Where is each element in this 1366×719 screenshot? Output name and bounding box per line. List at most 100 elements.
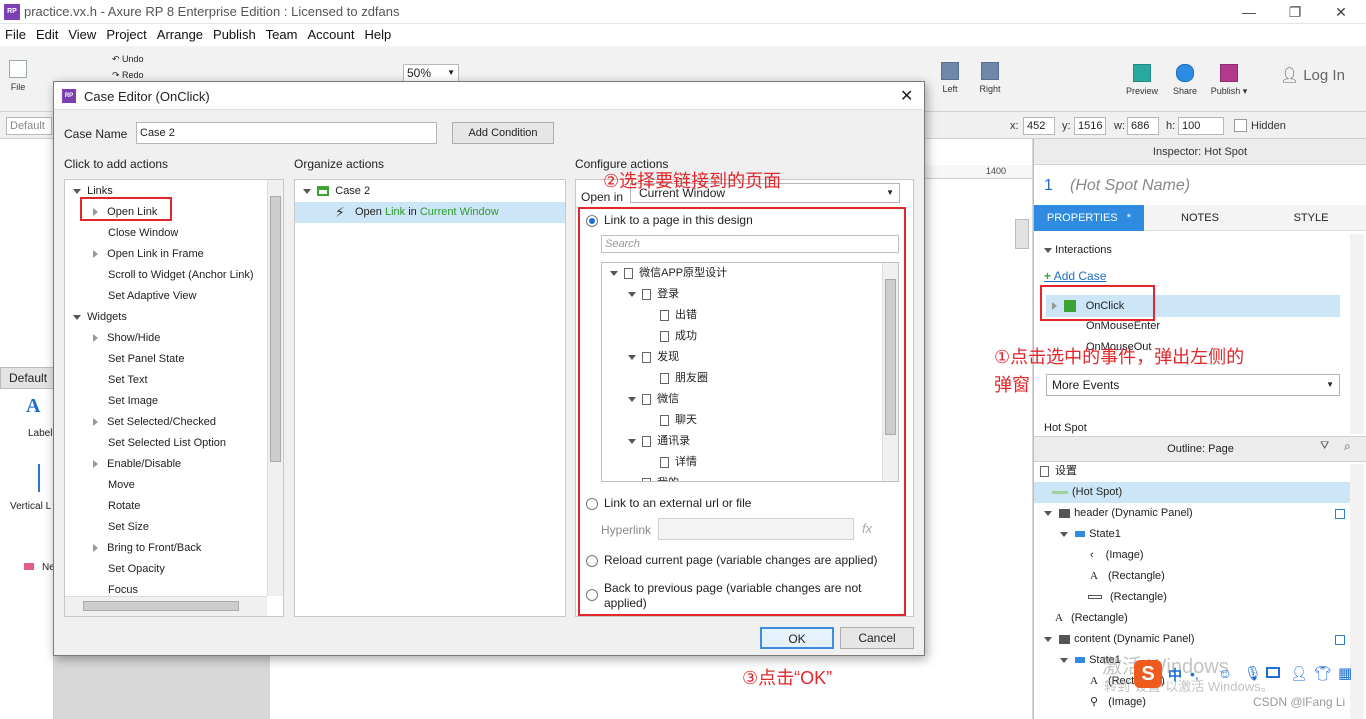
case-name-input[interactable]: Case 2	[136, 122, 437, 144]
library-style-select[interactable]: Default	[0, 367, 54, 389]
close-window-icon[interactable]: ✕	[1328, 2, 1354, 22]
filter-icon[interactable]: ⛛	[1320, 440, 1329, 453]
outline-row[interactable]: ‹ (Image)	[1090, 545, 1144, 566]
action-bring-front-back[interactable]: Bring to Front/Back	[93, 538, 201, 559]
menu-bar: File Edit View Project Arrange Publish Team Acc…	[0, 24, 1366, 46]
action-set-selected-list-option[interactable]: Set Selected List Option	[108, 433, 226, 454]
y-input[interactable]: 1516	[1074, 117, 1106, 135]
align-right-button[interactable]: Right	[978, 62, 1002, 94]
add-condition-button[interactable]: Add Condition	[452, 122, 554, 144]
outline-row[interactable]: 设置	[1040, 461, 1077, 482]
label-widget[interactable]: Label	[28, 428, 52, 439]
collapse-icon	[73, 314, 81, 320]
lightning-icon: ⚡︎	[335, 204, 345, 220]
outline-row[interactable]: ⚲ (Image)	[1090, 692, 1146, 713]
redo-button[interactable]: ↷ Redo	[112, 70, 144, 81]
menu-project[interactable]: Project	[101, 24, 151, 46]
add-case-link[interactable]: + Add Case	[1044, 269, 1106, 283]
more-events-select[interactable]: More Events ▼	[1046, 374, 1340, 396]
action-set-text[interactable]: Set Text	[108, 370, 148, 391]
outline-row[interactable]: content (Dynamic Panel)	[1044, 629, 1195, 650]
emoji-icon[interactable]: ☺︎	[1218, 665, 1232, 681]
outline-row[interactable]: State1	[1060, 524, 1121, 545]
action-move[interactable]: Move	[108, 475, 135, 496]
action-set-size[interactable]: Set Size	[108, 517, 149, 538]
collapse-icon	[303, 188, 311, 194]
w-input[interactable]: 686	[1127, 117, 1159, 135]
ok-button[interactable]: OK	[760, 627, 834, 649]
sogou-ime-icon[interactable]: S	[1134, 660, 1162, 688]
microphone-icon[interactable]: 🎙︎	[1244, 665, 1262, 682]
skin-icon[interactable]: 👕︎	[1314, 665, 1332, 682]
outline-row-selected[interactable]: (Hot Spot)	[1034, 482, 1350, 503]
menu-team[interactable]: Team	[261, 24, 303, 46]
menu-account[interactable]: Account	[302, 24, 359, 46]
action-set-panel-state[interactable]: Set Panel State	[108, 349, 184, 370]
h-input[interactable]: 100	[1178, 117, 1224, 135]
vertical-line-widget[interactable]: Vertical L	[10, 501, 51, 512]
menu-view[interactable]: View	[63, 24, 101, 46]
action-set-image[interactable]: Set Image	[108, 391, 158, 412]
dialog-close-icon[interactable]: ✕	[900, 86, 913, 106]
menu-help[interactable]: Help	[359, 24, 396, 46]
ime-mode[interactable]: 中	[1168, 665, 1182, 685]
canvas-scrollbar[interactable]	[1015, 219, 1029, 249]
tab-style[interactable]: STYLE	[1256, 205, 1366, 231]
login-button[interactable]: 👤︎ Log In	[1280, 66, 1345, 84]
action-open-link-frame[interactable]: Open Link in Frame	[93, 244, 204, 265]
action-row-selected[interactable]: ⚡︎ Open Link in Current Window	[295, 202, 565, 223]
hotspot-name-input[interactable]: (Hot Spot Name)	[1070, 177, 1190, 195]
search-icon[interactable]: ⌕	[1344, 439, 1351, 454]
hidden-checkbox[interactable]	[1234, 119, 1247, 132]
axure-app-icon: RP	[4, 4, 20, 20]
outline-row[interactable]: (Rectangle)	[1088, 587, 1167, 608]
play-icon	[1133, 64, 1151, 82]
action-enable-disable[interactable]: Enable/Disable	[93, 454, 181, 475]
event-onmouseenter[interactable]: OnMouseEnter	[1086, 320, 1160, 332]
action-scroll-to-widget[interactable]: Scroll to Widget (Anchor Link)	[108, 265, 254, 286]
h-label: h:	[1166, 120, 1176, 132]
tab-notes[interactable]: NOTES	[1144, 205, 1256, 231]
minimize-icon[interactable]: —	[1236, 2, 1262, 22]
action-close-window[interactable]: Close Window	[108, 223, 178, 244]
share-button[interactable]: Share	[1169, 64, 1201, 96]
file-button[interactable]: File	[6, 60, 30, 92]
visibility-icon[interactable]	[1335, 635, 1345, 645]
menu-arrange[interactable]: Arrange	[152, 24, 208, 46]
action-set-opacity[interactable]: Set Opacity	[108, 559, 165, 580]
action-rotate[interactable]: Rotate	[108, 496, 140, 517]
cancel-button[interactable]: Cancel	[840, 627, 914, 649]
x-input[interactable]: 452	[1023, 117, 1055, 135]
actions-scrollbar[interactable]	[267, 180, 283, 596]
undo-button[interactable]: ↶ Undo	[112, 54, 144, 65]
user-icon[interactable]: 👤︎	[1290, 665, 1308, 682]
hotspot-icon	[1052, 490, 1068, 494]
action-set-selected[interactable]: Set Selected/Checked	[93, 412, 216, 433]
publish-button[interactable]: Publish ▾	[1208, 64, 1250, 97]
visibility-icon[interactable]	[1335, 509, 1345, 519]
case-item[interactable]: Case 2	[303, 181, 370, 202]
menu-publish[interactable]: Publish	[208, 24, 261, 46]
align-left-button[interactable]: Left	[938, 62, 962, 94]
outline-row[interactable]: A(Rectangle)	[1055, 608, 1128, 629]
style-select[interactable]: Default	[6, 117, 52, 135]
ime-punctuation-icon[interactable]: •,	[1190, 666, 1199, 682]
actions-hscrollbar[interactable]	[65, 596, 267, 616]
action-set-adaptive-view[interactable]: Set Adaptive View	[108, 286, 196, 307]
grid-menu-icon[interactable]: ▦	[1338, 664, 1352, 682]
menu-edit[interactable]: Edit	[31, 24, 63, 46]
highlight-onclick	[1040, 285, 1155, 321]
outline-row[interactable]: header (Dynamic Panel)	[1044, 503, 1193, 524]
menu-file[interactable]: File	[0, 24, 31, 46]
action-show-hide[interactable]: Show/Hide	[93, 328, 160, 349]
group-widgets[interactable]: Widgets	[73, 307, 127, 328]
zoom-select[interactable]: 50% ▼	[403, 64, 459, 82]
annotation-step1-line1: ①点击选中的事件，弹出左侧的	[994, 347, 1245, 367]
tab-properties[interactable]: PROPERTIES *	[1034, 205, 1144, 231]
align-left-icon	[941, 62, 959, 80]
preview-button[interactable]: Preview	[1124, 64, 1160, 96]
restore-icon[interactable]: ❐	[1282, 2, 1308, 22]
inspector-scrollbar[interactable]	[1350, 234, 1364, 434]
keyboard-icon[interactable]	[1266, 667, 1280, 678]
outline-row[interactable]: A(Rectangle)	[1090, 566, 1165, 587]
